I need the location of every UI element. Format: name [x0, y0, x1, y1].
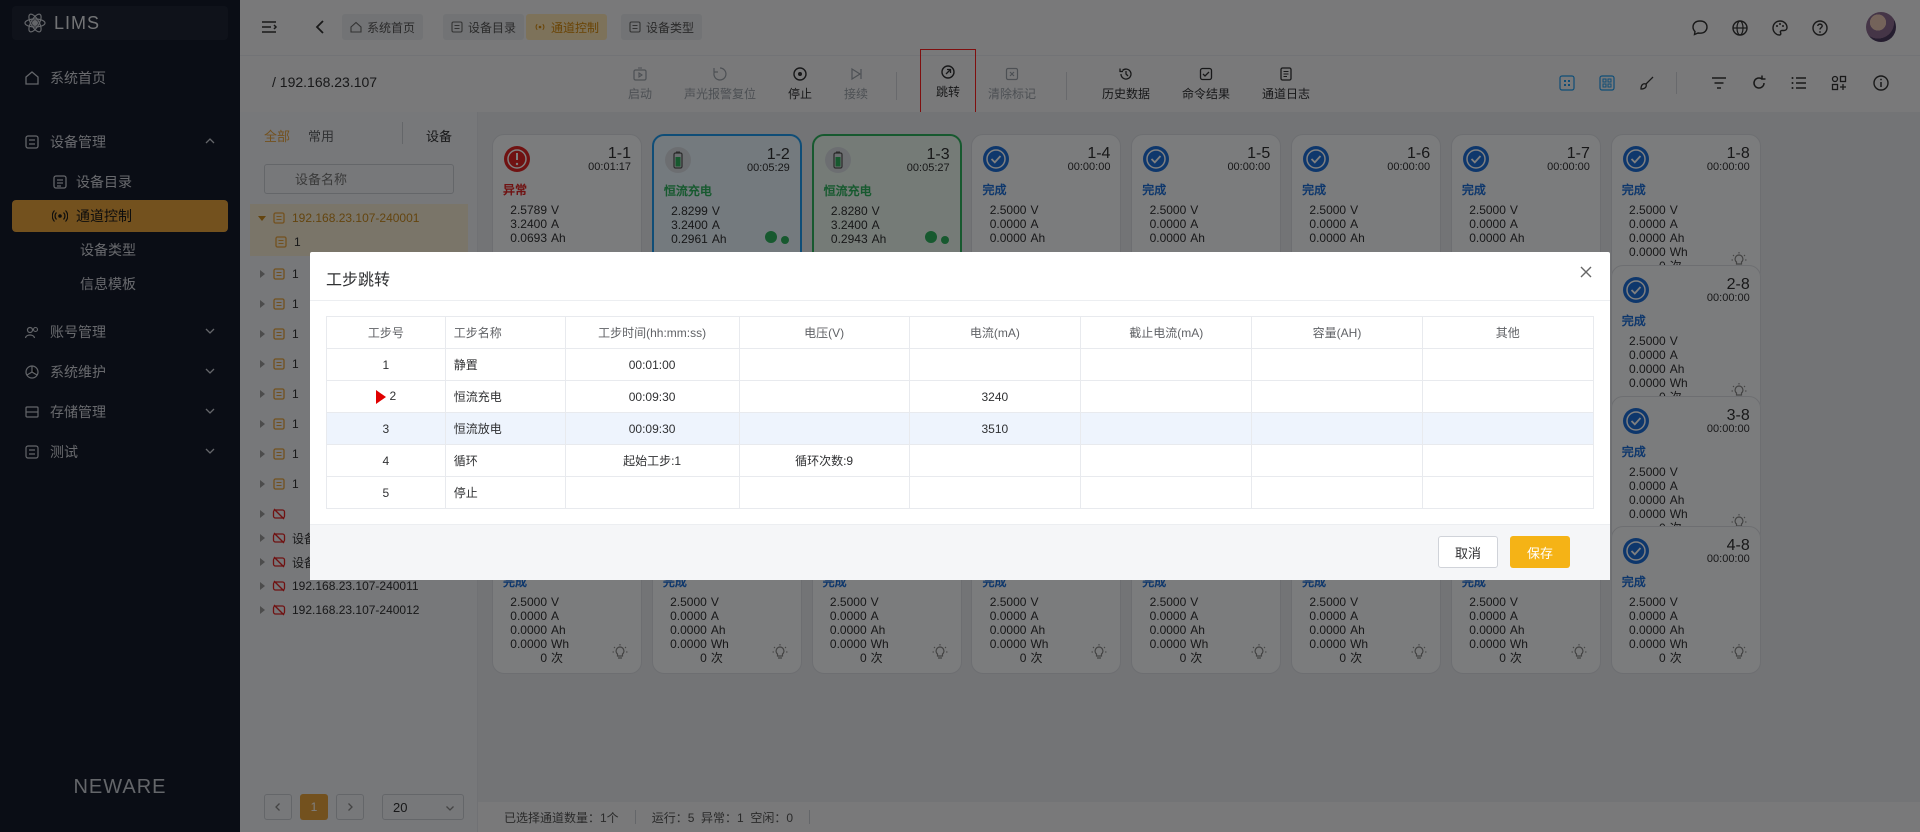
table-cell-time — [564, 476, 740, 509]
table-cell-voltage — [738, 476, 910, 509]
table-cell-voltage — [738, 348, 910, 381]
step-jump-dialog: 工步跳转 工步号 工步名称 工步时间(hh:mm:ss) 电压(V) 电流(mA) 截止电… — [310, 252, 1610, 580]
table-cell-capacity — [1251, 444, 1423, 477]
table-cell-name: 恒流放电 — [444, 412, 566, 445]
table-cell-name: 恒流充电 — [444, 380, 566, 413]
table-cell-no: 2 — [326, 380, 446, 413]
table-cell-current — [908, 444, 1082, 477]
table-cell-current — [908, 476, 1082, 509]
table-row[interactable]: 1 静置 00:01:00 — [326, 348, 1595, 381]
table-cell-time: 00:09:30 — [564, 380, 740, 413]
column-header: 其他 — [1421, 316, 1595, 349]
table-cell-voltage: 循环次数:9 — [738, 444, 910, 477]
table-cell-time: 起始工步:1 — [564, 444, 740, 477]
table-row[interactable]: 4 循环 起始工步:1 循环次数:9 — [326, 444, 1595, 477]
table-cell-other — [1421, 348, 1595, 381]
table-cell-other — [1421, 444, 1595, 477]
table-cell-voltage — [738, 412, 910, 445]
table-cell-cutoff — [1080, 348, 1253, 381]
column-header: 截止电流(mA) — [1080, 316, 1253, 349]
table-row[interactable]: 3 恒流放电 00:09:30 3510 — [326, 412, 1595, 445]
table-row[interactable]: 5 停止 — [326, 476, 1595, 509]
table-cell-other — [1421, 476, 1595, 509]
dialog-title: 工步跳转 — [326, 272, 391, 289]
table-cell-name: 静置 — [444, 348, 566, 381]
table-cell-time: 00:01:00 — [564, 348, 740, 381]
table-header-row: 工步号 工步名称 工步时间(hh:mm:ss) 电压(V) 电流(mA) 截止电流(mA)… — [326, 316, 1595, 349]
step-number: 2 — [389, 389, 397, 404]
steps-table: 工步号 工步名称 工步时间(hh:mm:ss) 电压(V) 电流(mA) 截止电流(mA)… — [326, 316, 1595, 509]
table-cell-cutoff — [1080, 412, 1253, 445]
table-cell-no: 4 — [326, 444, 446, 477]
table-row[interactable]: 2 恒流充电 00:09:30 3240 — [326, 380, 1595, 413]
cancel-button[interactable]: 取消 — [1438, 536, 1498, 568]
table-cell-cutoff — [1080, 444, 1253, 477]
table-cell-name: 循环 — [444, 444, 566, 477]
table-cell-capacity — [1251, 412, 1423, 445]
column-header: 电流(mA) — [908, 316, 1082, 349]
table-cell-capacity — [1251, 348, 1423, 381]
table-cell-capacity — [1251, 476, 1423, 509]
dialog-footer — [310, 524, 1610, 580]
table-cell-no: 1 — [326, 348, 446, 381]
dialog-divider — [310, 300, 1610, 301]
table-cell-cutoff — [1080, 380, 1253, 413]
table-cell-cutoff — [1080, 476, 1253, 509]
table-cell-current: 3510 — [908, 412, 1082, 445]
close-icon[interactable] — [1578, 264, 1594, 280]
column-header: 电压(V) — [738, 316, 910, 349]
column-header: 容量(AH) — [1251, 316, 1423, 349]
table-cell-current: 3240 — [908, 380, 1082, 413]
table-cell-other — [1421, 412, 1595, 445]
table-cell-other — [1421, 380, 1595, 413]
current-step-marker-icon — [375, 389, 386, 404]
table-cell-capacity — [1251, 380, 1423, 413]
table-cell-no: 3 — [326, 412, 446, 445]
table-cell-no: 5 — [326, 476, 446, 509]
table-cell-voltage — [738, 380, 910, 413]
save-button[interactable]: 保存 — [1510, 536, 1570, 568]
table-cell-current — [908, 348, 1082, 381]
column-header: 工步号 — [326, 316, 446, 349]
column-header: 工步名称 — [444, 316, 566, 349]
table-cell-time: 00:09:30 — [564, 412, 740, 445]
table-cell-name: 停止 — [444, 476, 566, 509]
table-body: 1 静置 00:01:00 2 恒流充电 00:09:30 3240 3 恒流放电 00:09:3… — [326, 348, 1595, 509]
column-header: 工步时间(hh:mm:ss) — [564, 316, 740, 349]
